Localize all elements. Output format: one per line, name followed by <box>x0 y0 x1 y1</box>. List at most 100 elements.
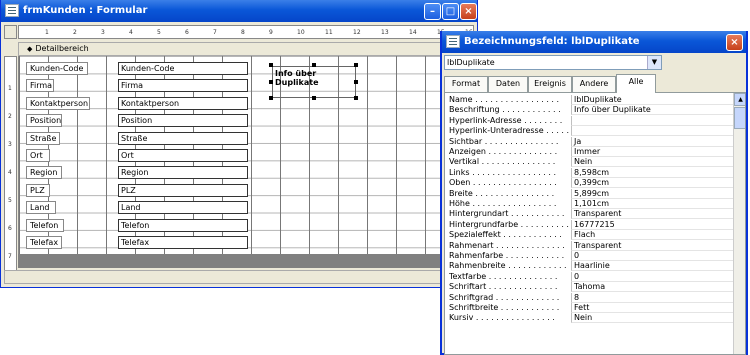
object-selector[interactable]: lblDuplikate ▼ <box>444 55 662 70</box>
property-row[interactable]: Schriftart . . . . . . . . . . . . . . Ta… <box>445 282 733 293</box>
resize-handle-br[interactable] <box>354 96 358 100</box>
maximize-button[interactable]: □ <box>442 3 459 20</box>
field-textbox[interactable]: Straße <box>118 131 248 145</box>
property-value[interactable]: lblDuplikate <box>571 95 733 106</box>
field-textbox[interactable]: Position <box>118 114 248 128</box>
close-button[interactable]: × <box>460 3 477 20</box>
property-value[interactable]: Ja <box>571 136 733 147</box>
property-row[interactable]: Rahmenfarbe . . . . . . . . . . . . 0 <box>445 251 733 262</box>
resize-handle-tc[interactable] <box>312 63 316 67</box>
property-value[interactable]: 0,399cm <box>571 178 733 189</box>
property-titlebar[interactable]: Bezeichnungsfeld: lblDuplikate × <box>442 31 746 53</box>
property-value[interactable] <box>571 115 733 126</box>
property-row[interactable]: Rahmenart . . . . . . . . . . . . . . Tra… <box>445 240 733 251</box>
property-value[interactable]: 0 <box>571 251 733 262</box>
field-label[interactable]: Land <box>26 201 56 215</box>
property-value[interactable]: 5,899cm <box>571 188 733 199</box>
property-value[interactable]: Transparent <box>571 240 733 251</box>
tab-format[interactable]: Format <box>444 76 488 92</box>
field-label[interactable]: PLZ <box>26 183 50 197</box>
field-label[interactable]: Ort <box>26 149 50 162</box>
resize-handle-tl[interactable] <box>269 63 273 67</box>
tab-ereignis[interactable]: Ereignis <box>528 76 572 92</box>
horizontal-scrollbar[interactable] <box>4 270 474 284</box>
field-textbox[interactable]: Ort <box>118 149 248 162</box>
horizontal-ruler[interactable]: 12345678910111213141516 <box>18 25 474 39</box>
detail-section-header[interactable]: ◆ Detailbereich <box>18 42 474 56</box>
resize-handle-ml[interactable] <box>269 80 273 84</box>
property-name: Sichtbar . . . . . . . . . . . . . . . <box>449 136 559 146</box>
property-row[interactable]: Hyperlink-Unteradresse . . . . . <box>445 126 733 137</box>
resize-handle-mr[interactable] <box>354 80 358 84</box>
property-value[interactable]: 1,101cm <box>571 199 733 210</box>
property-row[interactable]: Kursiv . . . . . . . . . . . . . . . . Ne… <box>445 313 733 324</box>
property-row[interactable]: Hintergrundart . . . . . . . . . . . Tran… <box>445 209 733 220</box>
property-row[interactable]: Beschriftung . . . . . . . . . . . . Info… <box>445 105 733 116</box>
property-value[interactable]: 8,598cm <box>571 167 733 178</box>
property-value[interactable]: 0 <box>571 271 733 282</box>
property-row[interactable]: Spezialeffekt . . . . . . . . . . . . Fla… <box>445 230 733 241</box>
resize-handle-bc[interactable] <box>312 96 316 100</box>
tab-daten[interactable]: Daten <box>488 76 528 92</box>
property-value[interactable]: Info über Duplikate <box>571 105 733 116</box>
property-row[interactable]: Sichtbar . . . . . . . . . . . . . . . Ja <box>445 136 733 147</box>
property-name: Anzeigen . . . . . . . . . . . . . . <box>449 147 558 156</box>
property-row[interactable]: Schriftgrad . . . . . . . . . . . . . 8 <box>445 292 733 303</box>
property-value[interactable]: Haarlinie <box>571 261 733 272</box>
field-label[interactable]: Position <box>26 114 62 128</box>
field-textbox[interactable]: Land <box>118 201 248 215</box>
tab-andere[interactable]: Andere <box>572 76 616 92</box>
property-value[interactable]: Nein <box>571 313 733 324</box>
property-name: Kursiv . . . . . . . . . . . . . . . . <box>449 313 555 323</box>
property-value[interactable]: Immer <box>571 147 733 158</box>
property-value[interactable]: Flach <box>571 230 733 241</box>
property-row[interactable]: Rahmenbreite . . . . . . . . . . . . Haar… <box>445 261 733 272</box>
property-row[interactable]: Vertikal . . . . . . . . . . . . . . . Ne… <box>445 157 733 168</box>
scroll-thumb[interactable] <box>734 107 745 129</box>
resize-handle-tr[interactable] <box>354 63 358 67</box>
duplicate-info-label[interactable]: Info über Duplikate <box>272 66 356 98</box>
field-label[interactable]: Firma <box>26 79 54 93</box>
property-scrollbar[interactable]: ▲ <box>733 93 745 354</box>
property-row[interactable]: Hintergrundfarbe . . . . . . . . . . 1677… <box>445 219 733 230</box>
form-footer-area <box>18 254 474 268</box>
field-label[interactable]: Telefax <box>26 236 62 249</box>
property-row[interactable]: Name . . . . . . . . . . . . . . . . . lb… <box>445 95 733 106</box>
form-titlebar[interactable]: frmKunden : Formular – □ × <box>1 0 477 22</box>
property-row[interactable]: Höhe . . . . . . . . . . . . . . . . . 1,… <box>445 199 733 210</box>
property-close-button[interactable]: × <box>726 34 743 51</box>
ruler-tick: 1 <box>45 29 49 36</box>
property-row[interactable]: Anzeigen . . . . . . . . . . . . . . Imme… <box>445 147 733 158</box>
property-value[interactable]: Tahoma <box>571 282 733 293</box>
tab-alle[interactable]: Alle <box>616 74 656 93</box>
property-value[interactable]: 8 <box>571 292 733 303</box>
property-value[interactable]: 16777215 <box>571 219 733 230</box>
property-value[interactable] <box>571 126 733 137</box>
property-row[interactable]: Textfarbe . . . . . . . . . . . . . . 0 <box>445 271 733 282</box>
field-textbox[interactable]: Firma <box>118 79 248 93</box>
scroll-up-icon[interactable]: ▲ <box>734 93 745 106</box>
field-label[interactable]: Kontaktperson <box>26 96 90 110</box>
field-textbox[interactable]: Telefon <box>118 218 248 232</box>
property-value[interactable]: Fett <box>571 303 733 314</box>
chevron-down-icon[interactable]: ▼ <box>647 56 661 69</box>
property-row[interactable]: Links . . . . . . . . . . . . . . . . . 8… <box>445 167 733 178</box>
property-value[interactable]: Transparent <box>571 209 733 220</box>
field-textbox[interactable]: Region <box>118 166 248 180</box>
field-label[interactable]: Region <box>26 166 62 180</box>
resize-handle-bl[interactable] <box>269 96 273 100</box>
field-textbox[interactable]: Kunden-Code <box>118 62 248 75</box>
field-textbox[interactable]: Telefax <box>118 236 248 249</box>
property-value[interactable]: Nein <box>571 157 733 168</box>
minimize-button[interactable]: – <box>424 3 441 20</box>
property-row[interactable]: Oben . . . . . . . . . . . . . . . . . 0,… <box>445 178 733 189</box>
property-row[interactable]: Schriftbreite . . . . . . . . . . . . Fet… <box>445 303 733 314</box>
field-label[interactable]: Telefon <box>26 218 64 232</box>
field-textbox[interactable]: PLZ <box>118 183 248 197</box>
property-row[interactable]: Breite . . . . . . . . . . . . . . . . 5,… <box>445 188 733 199</box>
property-row[interactable]: Hyperlink-Adresse . . . . . . . . <box>445 115 733 126</box>
field-textbox[interactable]: Kontaktperson <box>118 96 248 110</box>
vertical-ruler[interactable]: 1 2 3 4 5 6 7 <box>4 56 17 284</box>
field-label[interactable]: Straße <box>26 131 60 145</box>
field-label[interactable]: Kunden-Code <box>26 62 88 75</box>
